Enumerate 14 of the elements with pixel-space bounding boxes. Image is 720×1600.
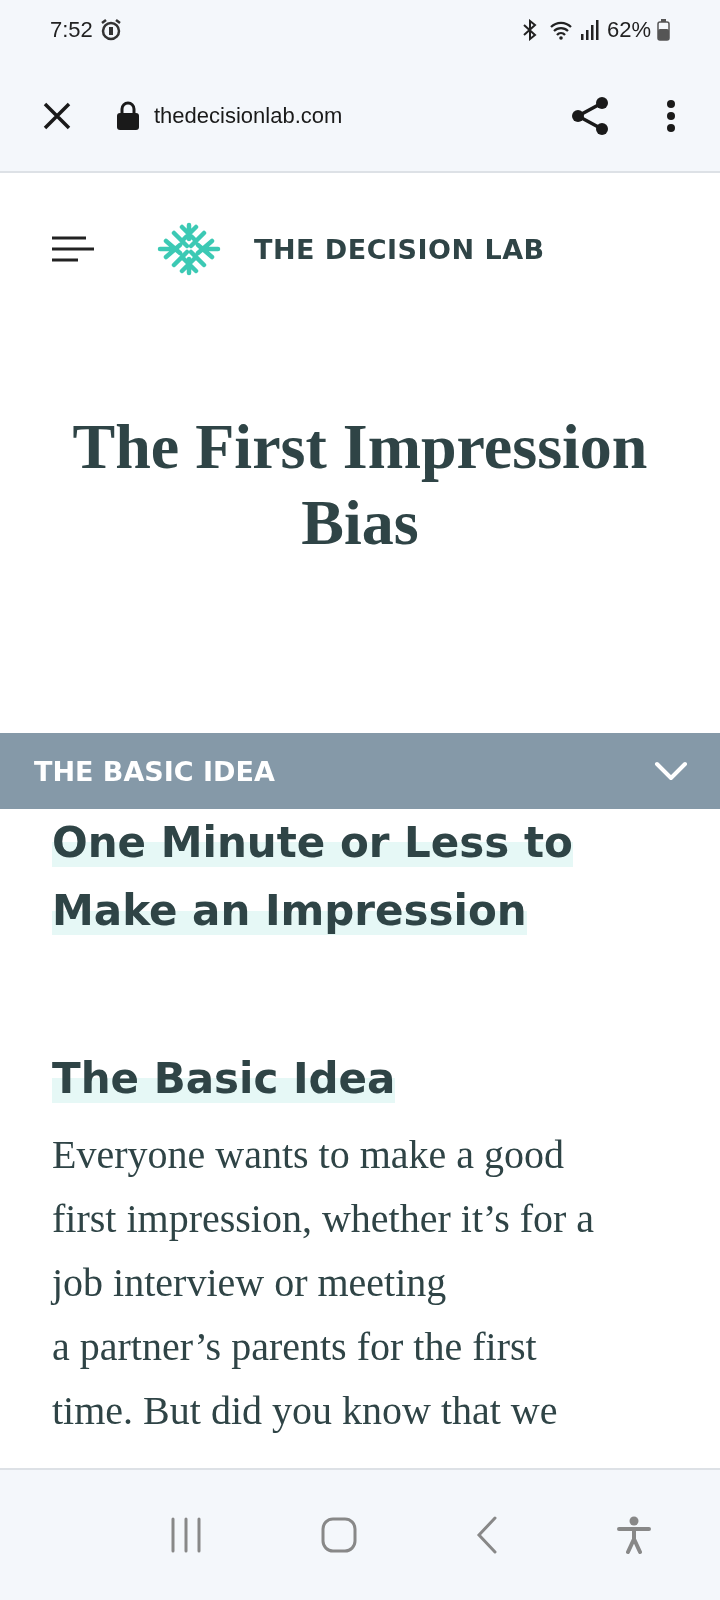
lock-icon: [116, 100, 140, 131]
clock-time: 7:52: [50, 17, 93, 43]
chevron-icon[interactable]: [654, 760, 688, 782]
battery-icon: [657, 19, 670, 41]
signal-icon: [578, 19, 599, 41]
site-name[interactable]: THE DECISION LAB: [254, 233, 545, 265]
wifi-icon: [548, 20, 573, 40]
url-text[interactable]: thedecisionlab.com: [154, 102, 343, 129]
menu-button[interactable]: [52, 235, 94, 263]
section-label: THE BASIC IDEA: [34, 755, 275, 787]
more-options-icon[interactable]: [666, 98, 676, 133]
body-paragraph: Everyone wants to make a good first impression, whether it’s for a job interview or meeting a partner’s parents for the first time. But did you know that we: [52, 1131, 596, 1435]
battery-percentage: 62%: [606, 17, 651, 43]
article-title: The First Impression Bias: [71, 410, 649, 560]
